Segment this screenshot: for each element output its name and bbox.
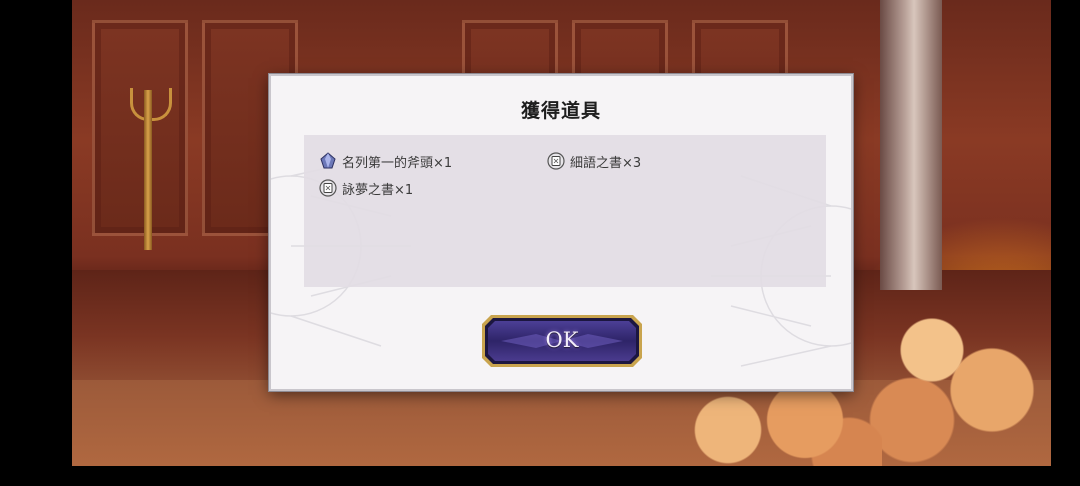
list-item: 細語之書×3	[547, 150, 641, 172]
candelabra	[144, 90, 152, 250]
item-label: 名列第一的斧頭×1	[342, 155, 453, 171]
ok-button[interactable]: OK	[481, 314, 643, 368]
item-label: 詠夢之書×1	[342, 182, 414, 198]
book-icon	[319, 179, 337, 197]
book-icon	[547, 152, 565, 170]
obtained-items-panel: 名列第一的斧頭×1 細語之書×3 詠夢之書×1	[304, 135, 826, 287]
broken-pillar	[880, 0, 942, 290]
item-obtained-dialog: 獲得道具 名列第一的斧頭×1 細語之書×3 詠夢之書×1 OK	[269, 74, 853, 391]
crystal-icon	[319, 152, 337, 170]
ok-button-frame	[482, 315, 642, 367]
rubble	[662, 380, 882, 466]
item-label: 細語之書×3	[570, 155, 642, 171]
list-item: 名列第一的斧頭×1	[319, 150, 452, 172]
dialog-title: 獲得道具	[520, 100, 601, 122]
wall-panel	[92, 20, 188, 236]
list-item: 詠夢之書×1	[319, 177, 413, 199]
